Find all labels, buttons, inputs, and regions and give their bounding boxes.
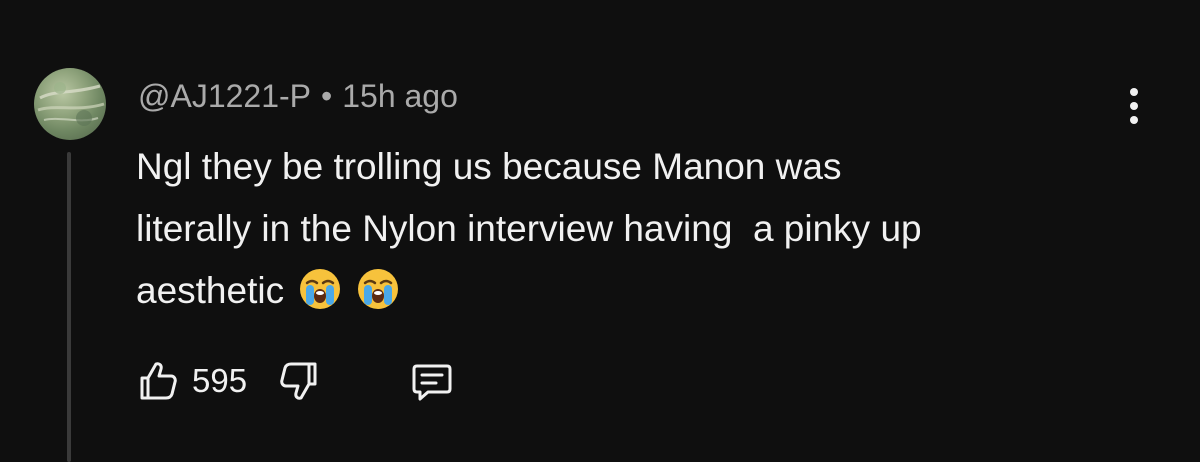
like-button[interactable]: 595 <box>134 358 247 404</box>
author-name[interactable]: @AJ1221-P <box>138 78 311 115</box>
comment-text: Ngl they be trolling us because Manon wa… <box>136 136 1136 322</box>
comment-text-line: Ngl they be trolling us because Manon wa… <box>136 146 842 187</box>
reply-button[interactable] <box>409 358 455 404</box>
comment-actions: 595 <box>134 356 455 406</box>
loudly-crying-face-icon <box>300 269 341 310</box>
comment-header: @AJ1221-P • 15h ago <box>138 74 458 118</box>
avatar[interactable] <box>34 68 106 140</box>
more-vertical-icon <box>1130 88 1138 96</box>
timestamp[interactable]: 15h ago <box>342 78 458 115</box>
thumbs-up-icon <box>140 362 177 400</box>
comment-text-line: literally in the Nylon interview having … <box>136 208 922 249</box>
like-count: 595 <box>192 362 248 399</box>
thumbs-down-icon <box>280 362 317 400</box>
comment: @AJ1221-P • 15h ago Ngl they be trolling… <box>0 0 1200 462</box>
separator-dot: • <box>321 77 333 114</box>
comment-text-line-last: aesthetic <box>136 260 1136 322</box>
dislike-button[interactable] <box>277 358 323 404</box>
reply-comment-icon <box>412 364 452 401</box>
more-options-button[interactable] <box>1118 84 1150 128</box>
thread-line <box>67 152 71 462</box>
loudly-crying-face-icon <box>358 269 399 310</box>
